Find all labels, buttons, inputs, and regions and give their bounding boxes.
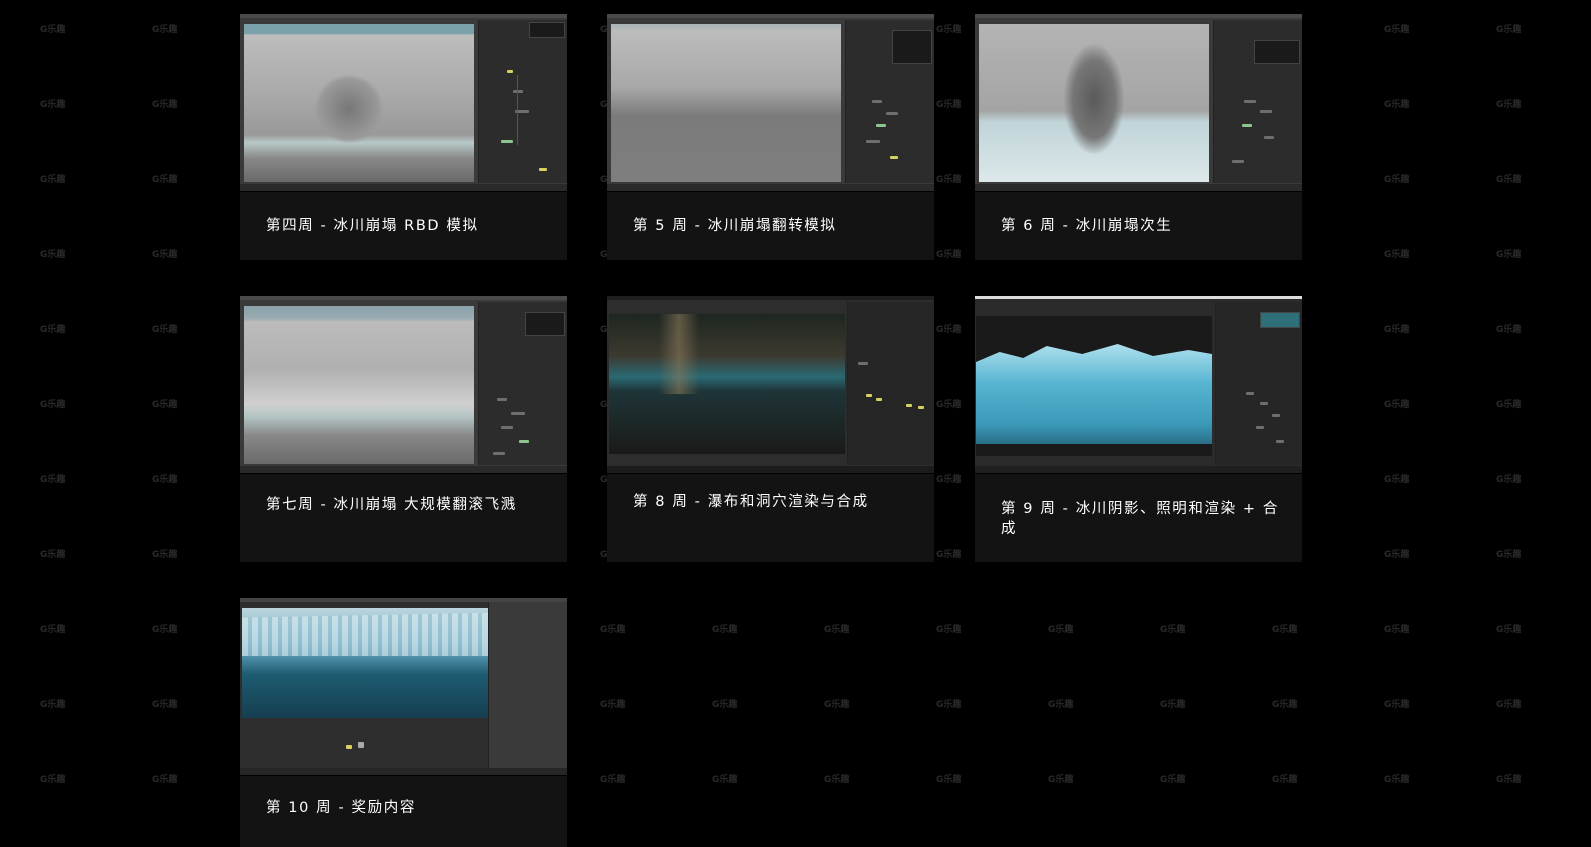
watermark-logo: G乐趣 — [152, 475, 178, 485]
watermark-logo: G乐趣 — [40, 250, 66, 260]
watermark-logo: G乐趣 — [1496, 400, 1522, 410]
watermark-logo: G乐趣 — [936, 25, 962, 35]
watermark-logo: G乐趣 — [712, 700, 738, 710]
watermark-logo: G乐趣 — [1496, 325, 1522, 335]
watermark-logo: G乐趣 — [1496, 775, 1522, 785]
watermark-logo: G乐趣 — [1048, 775, 1074, 785]
watermark-logo: G乐趣 — [936, 325, 962, 335]
watermark-logo: G乐趣 — [1272, 775, 1298, 785]
watermark-logo: G乐趣 — [152, 625, 178, 635]
watermark-logo: G乐趣 — [1384, 400, 1410, 410]
watermark-logo: G乐趣 — [152, 700, 178, 710]
watermark-logo: G乐趣 — [1048, 700, 1074, 710]
watermark-logo: G乐趣 — [1496, 100, 1522, 110]
watermark-logo: G乐趣 — [936, 775, 962, 785]
watermark-logo: G乐趣 — [40, 775, 66, 785]
watermark-logo: G乐趣 — [600, 700, 626, 710]
watermark-logo: G乐趣 — [824, 700, 850, 710]
watermark-logo: G乐趣 — [152, 400, 178, 410]
watermark-logo: G乐趣 — [824, 775, 850, 785]
watermark-logo: G乐趣 — [40, 700, 66, 710]
watermark-logo: G乐趣 — [1384, 625, 1410, 635]
watermark-logo: G乐趣 — [1160, 775, 1186, 785]
watermark-logo: G乐趣 — [600, 625, 626, 635]
week-7-caption: 第七周 - 冰川崩塌 大规模翻滚飞溅 — [266, 497, 517, 513]
watermark-logo: G乐趣 — [152, 100, 178, 110]
watermark-logo: G乐趣 — [1496, 625, 1522, 635]
watermark-logo: G乐趣 — [936, 700, 962, 710]
watermark-logo: G乐趣 — [712, 625, 738, 635]
week-10-caption: 第 10 周 - 奖励内容 — [266, 800, 416, 816]
watermark-logo: G乐趣 — [152, 775, 178, 785]
watermark-logo: G乐趣 — [152, 250, 178, 260]
course-schedule-page: G乐趣 G乐趣 G乐趣 G乐趣 G乐趣 G乐趣 G乐趣 G乐趣 G乐趣 G乐趣 G乐趣 G乐趣 G乐趣 G… — [0, 0, 1591, 847]
watermark-logo: G乐趣 — [40, 625, 66, 635]
watermark-logo: G乐趣 — [936, 175, 962, 185]
watermark-logo: G乐趣 — [40, 400, 66, 410]
week-10-screenshot — [240, 598, 567, 776]
watermark-logo: G乐趣 — [1384, 775, 1410, 785]
watermark-logo: G乐趣 — [40, 175, 66, 185]
watermark-logo: G乐趣 — [152, 550, 178, 560]
week-6-screenshot — [975, 14, 1302, 192]
watermark-logo: G乐趣 — [1496, 25, 1522, 35]
watermark-logo: G乐趣 — [1496, 250, 1522, 260]
watermark-logo: G乐趣 — [1496, 475, 1522, 485]
week-8-screenshot — [607, 296, 934, 474]
watermark-logo: G乐趣 — [40, 325, 66, 335]
watermark-logo: G乐趣 — [1160, 625, 1186, 635]
watermark-logo: G乐趣 — [600, 775, 626, 785]
week-4-card[interactable]: 第四周 - 冰川崩塌 RBD 模拟 — [240, 14, 567, 260]
watermark-logo: G乐趣 — [1048, 625, 1074, 635]
watermark-logo: G乐趣 — [936, 475, 962, 485]
week-5-caption: 第 5 周 - 冰川崩塌翻转模拟 — [633, 218, 837, 234]
watermark-logo: G乐趣 — [936, 250, 962, 260]
watermark-logo: G乐趣 — [1384, 700, 1410, 710]
week-6-card[interactable]: 第 6 周 - 冰川崩塌次生 — [975, 14, 1302, 260]
watermark-logo: G乐趣 — [152, 325, 178, 335]
week-9-caption: 第 9 周 - 冰川阴影、照明和渲染 + 合成 — [1001, 501, 1279, 537]
week-5-screenshot — [607, 14, 934, 192]
watermark-logo: G乐趣 — [1384, 100, 1410, 110]
watermark-logo: G乐趣 — [152, 175, 178, 185]
watermark-logo: G乐趣 — [152, 25, 178, 35]
watermark-logo: G乐趣 — [936, 625, 962, 635]
watermark-logo: G乐趣 — [936, 100, 962, 110]
watermark-logo: G乐趣 — [1496, 175, 1522, 185]
week-9-card[interactable]: 第 9 周 - 冰川阴影、照明和渲染 + 合成 — [975, 296, 1302, 562]
watermark-logo: G乐趣 — [40, 550, 66, 560]
week-7-card[interactable]: 第七周 - 冰川崩塌 大规模翻滚飞溅 — [240, 296, 567, 562]
watermark-logo: G乐趣 — [824, 625, 850, 635]
week-10-card[interactable]: 第 10 周 - 奖励内容 — [240, 598, 567, 847]
watermark-logo: G乐趣 — [1384, 325, 1410, 335]
week-5-card[interactable]: 第 5 周 - 冰川崩塌翻转模拟 — [607, 14, 934, 260]
watermark-logo: G乐趣 — [1384, 250, 1410, 260]
watermark-logo: G乐趣 — [1384, 25, 1410, 35]
watermark-logo: G乐趣 — [1160, 700, 1186, 710]
week-8-caption: 第 8 周 - 瀑布和洞穴渲染与合成 — [633, 494, 869, 510]
week-9-screenshot — [975, 296, 1302, 474]
watermark-logo: G乐趣 — [712, 775, 738, 785]
week-8-card[interactable]: 第 8 周 - 瀑布和洞穴渲染与合成 — [607, 296, 934, 562]
watermark-logo: G乐趣 — [1272, 625, 1298, 635]
watermark-logo: G乐趣 — [40, 475, 66, 485]
week-4-caption: 第四周 - 冰川崩塌 RBD 模拟 — [266, 218, 479, 234]
week-6-caption: 第 6 周 - 冰川崩塌次生 — [1001, 218, 1173, 234]
watermark-logo: G乐趣 — [1384, 475, 1410, 485]
week-4-screenshot — [240, 14, 567, 192]
watermark-logo: G乐趣 — [936, 550, 962, 560]
watermark-logo: G乐趣 — [40, 100, 66, 110]
watermark-logo: G乐趣 — [40, 25, 66, 35]
watermark-logo: G乐趣 — [1496, 700, 1522, 710]
watermark-logo: G乐趣 — [1384, 550, 1410, 560]
watermark-logo: G乐趣 — [1496, 550, 1522, 560]
watermark-logo: G乐趣 — [936, 400, 962, 410]
week-7-screenshot — [240, 296, 567, 474]
watermark-logo: G乐趣 — [1272, 700, 1298, 710]
watermark-logo: G乐趣 — [1384, 175, 1410, 185]
